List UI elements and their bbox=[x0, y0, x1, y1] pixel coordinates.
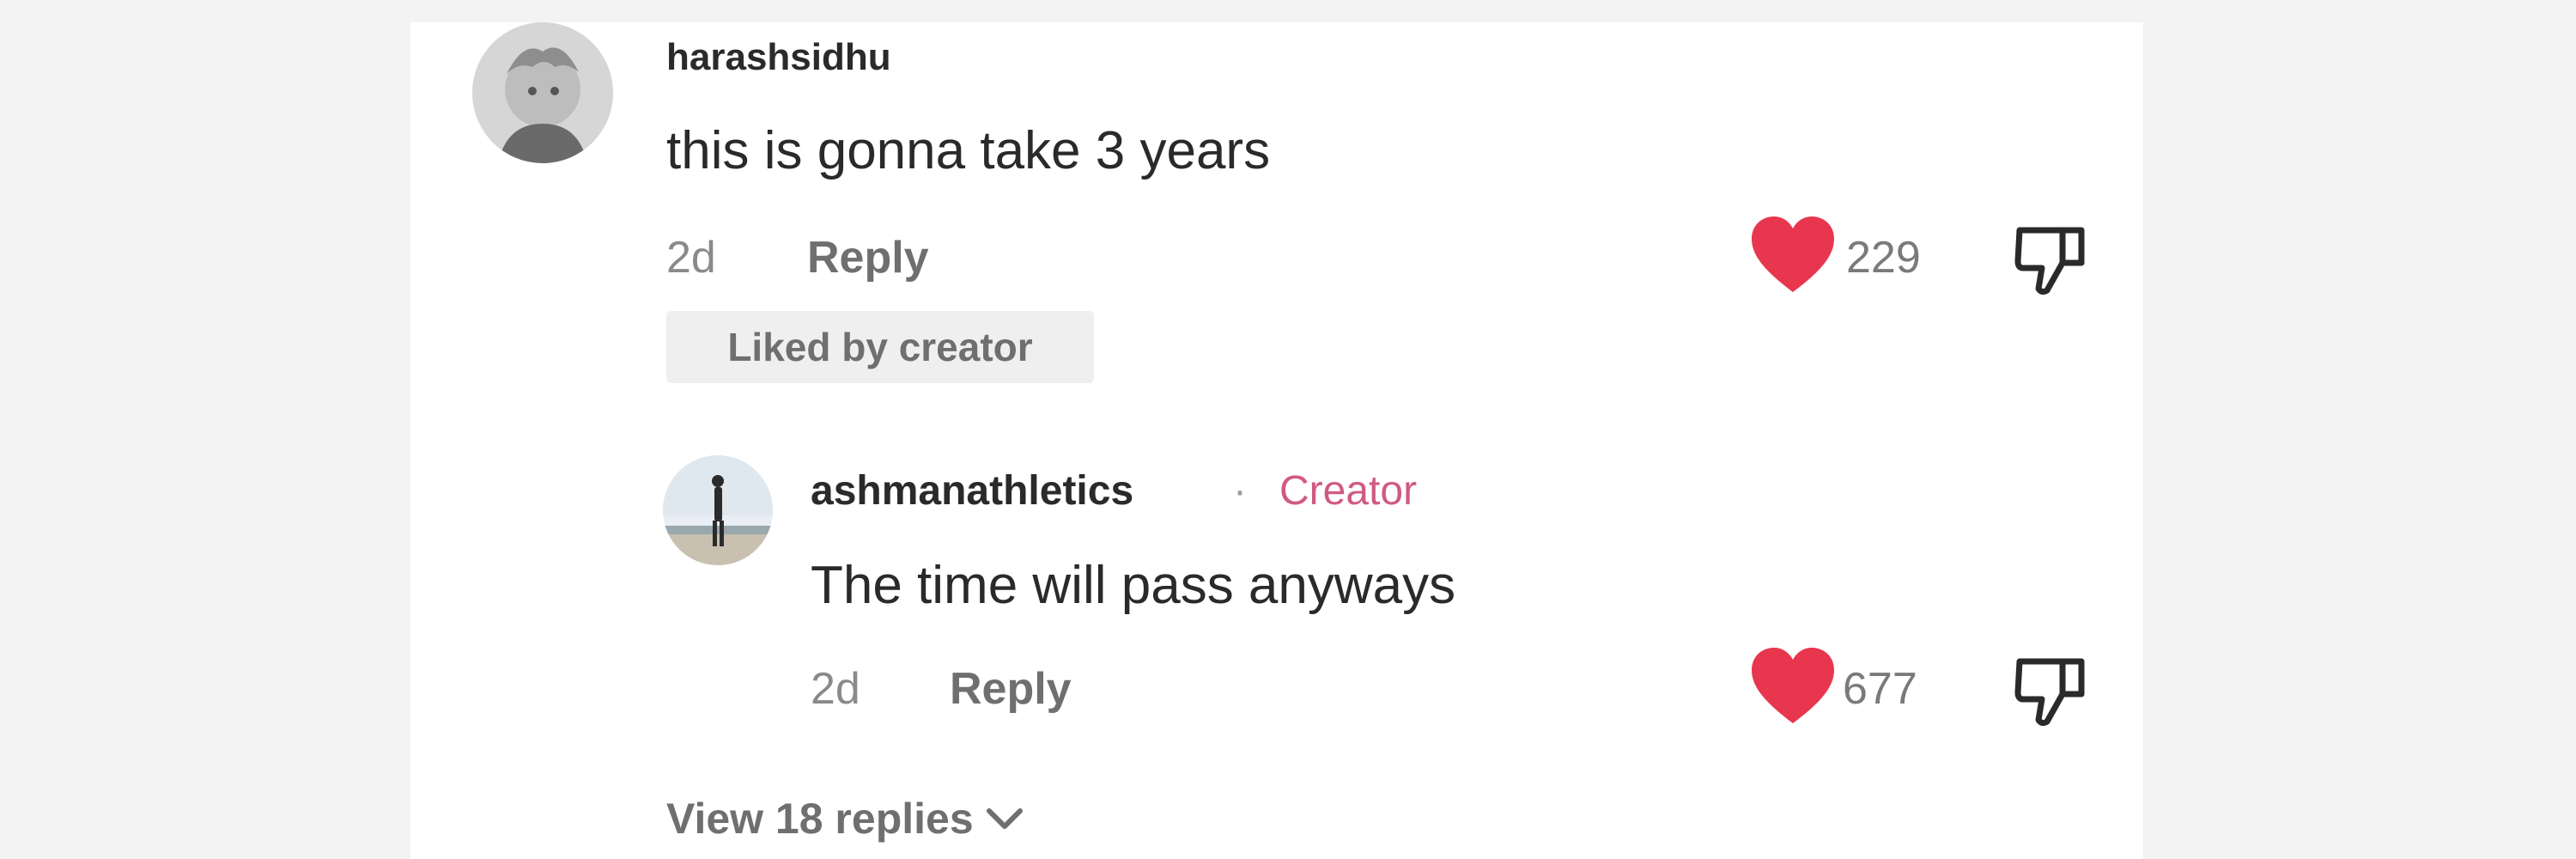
thumbs-down-icon bbox=[2014, 227, 2085, 295]
comment-username[interactable]: harashsidhu bbox=[666, 36, 891, 79]
like-count: 677 bbox=[1843, 664, 1917, 714]
reply-button[interactable]: Reply bbox=[950, 663, 1072, 715]
avatar[interactable] bbox=[472, 22, 613, 163]
reply-button[interactable]: Reply bbox=[807, 232, 929, 283]
reply-timestamp: 2d bbox=[811, 664, 860, 714]
liked-by-creator-badge: Liked by creator bbox=[666, 311, 1094, 383]
reply-text: The time will pass anyways bbox=[811, 556, 1456, 615]
avatar-image bbox=[663, 455, 773, 565]
avatar-image bbox=[472, 22, 613, 163]
like-button[interactable] bbox=[1748, 646, 1838, 728]
thumbs-down-icon bbox=[2014, 658, 2085, 727]
heart-icon bbox=[1752, 648, 1834, 723]
heart-icon bbox=[1752, 216, 1834, 292]
creator-avatar[interactable] bbox=[663, 455, 773, 565]
creator-label: Creator bbox=[1279, 468, 1418, 514]
reply-username[interactable]: ashmanathletics bbox=[811, 467, 1133, 515]
dislike-button[interactable] bbox=[2013, 653, 2088, 728]
dislike-button[interactable] bbox=[2013, 222, 2088, 297]
like-count: 229 bbox=[1846, 233, 1921, 283]
comment-text: this is gonna take 3 years bbox=[666, 121, 1271, 180]
like-button[interactable] bbox=[1748, 215, 1838, 297]
separator-dot: · bbox=[1233, 468, 1247, 514]
comment-timestamp: 2d bbox=[666, 233, 716, 283]
chevron-down-icon bbox=[986, 808, 1023, 829]
view-replies-label: View 18 replies bbox=[666, 795, 974, 843]
view-replies-button[interactable]: View 18 replies bbox=[666, 794, 1024, 844]
